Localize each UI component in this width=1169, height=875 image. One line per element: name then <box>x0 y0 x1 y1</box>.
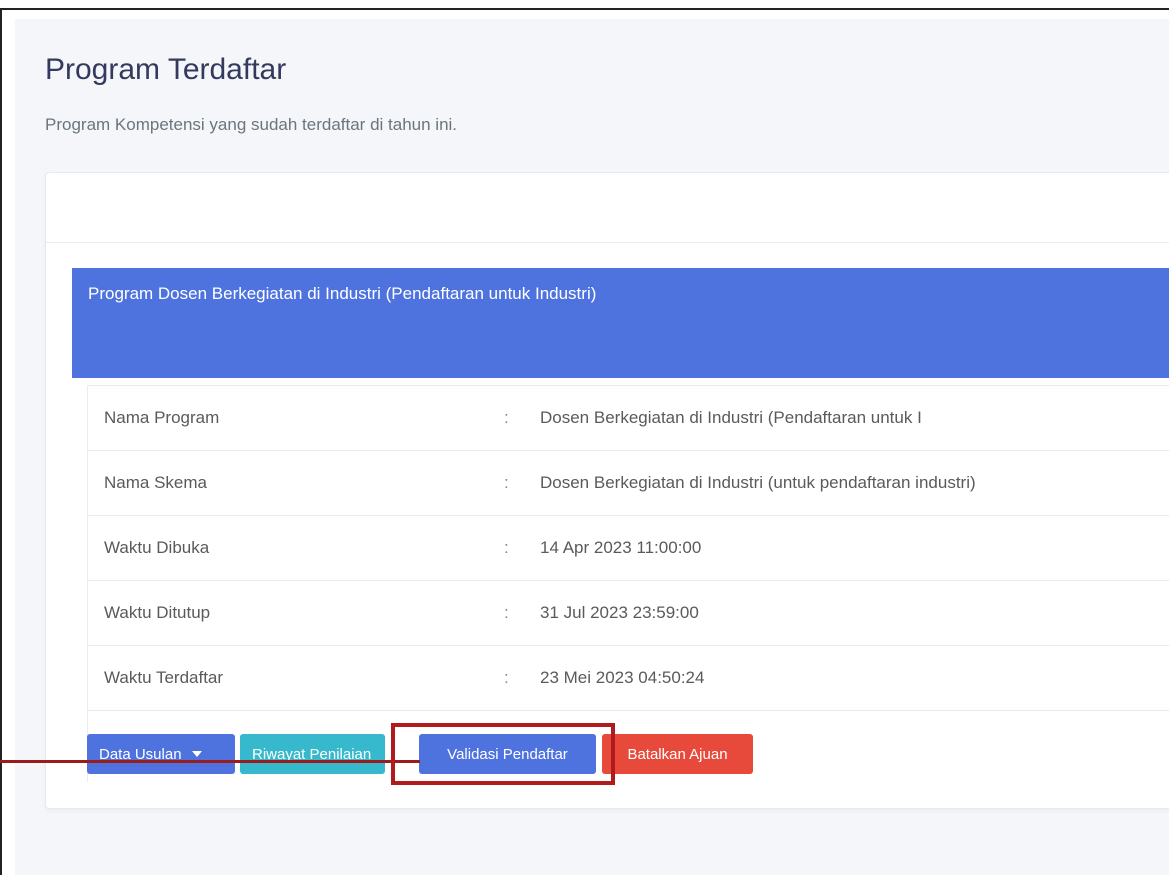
detail-row-waktu-terdaftar: Waktu Terdaftar : 23 Mei 2023 04:50:24 <box>88 645 1169 710</box>
detail-value: 14 Apr 2023 11:00:00 <box>540 538 702 557</box>
detail-separator: : <box>504 603 509 622</box>
program-banner: Program Dosen Berkegiatan di Industri (P… <box>72 268 1169 378</box>
detail-label: Waktu Terdaftar <box>104 668 224 687</box>
page-subtitle: Program Kompetensi yang sudah terdaftar … <box>45 115 458 134</box>
detail-label: Nama Skema <box>104 473 207 492</box>
detail-label: Waktu Ditutup <box>104 603 211 622</box>
program-details: Nama Program : Dosen Berkegiatan di Indu… <box>87 385 1169 782</box>
data-usulan-dropdown-button[interactable]: Data Usulan <box>87 734 235 774</box>
detail-row-nama-skema: Nama Skema : Dosen Berkegiatan di Indust… <box>88 450 1169 515</box>
detail-value: Dosen Berkegiatan di Industri (untuk pen… <box>540 473 976 492</box>
caret-down-icon <box>191 751 202 757</box>
batalkan-ajuan-label: Batalkan Ajuan <box>627 745 728 763</box>
page-title: Program Terdaftar <box>45 53 287 86</box>
detail-separator: : <box>504 538 509 557</box>
detail-label: Nama Program <box>104 408 220 427</box>
detail-value: 31 Jul 2023 23:59:00 <box>540 603 699 622</box>
detail-label: Waktu Dibuka <box>104 538 210 557</box>
detail-row-nama-program: Nama Program : Dosen Berkegiatan di Indu… <box>88 385 1169 450</box>
detail-row-waktu-dibuka: Waktu Dibuka : 14 Apr 2023 11:00:00 <box>88 515 1169 580</box>
detail-value: Dosen Berkegiatan di Industri (Pendaftar… <box>540 408 922 427</box>
batalkan-ajuan-button[interactable]: Batalkan Ajuan <box>602 734 753 774</box>
detail-separator: : <box>504 473 509 492</box>
detail-row-waktu-ditutup: Waktu Ditutup : 31 Jul 2023 23:59:00 <box>88 580 1169 645</box>
annotation-arrow-line <box>0 760 420 763</box>
riwayat-penilaian-button[interactable]: Riwayat Penilaian <box>240 734 385 774</box>
detail-divider <box>88 710 1169 711</box>
detail-separator: : <box>504 668 509 687</box>
detail-value: 23 Mei 2023 04:50:24 <box>540 668 705 687</box>
program-title: Program Dosen Berkegiatan di Industri (P… <box>88 284 597 303</box>
card-header <box>46 173 1169 243</box>
annotation-highlight-box <box>391 723 615 785</box>
detail-separator: : <box>504 408 509 427</box>
